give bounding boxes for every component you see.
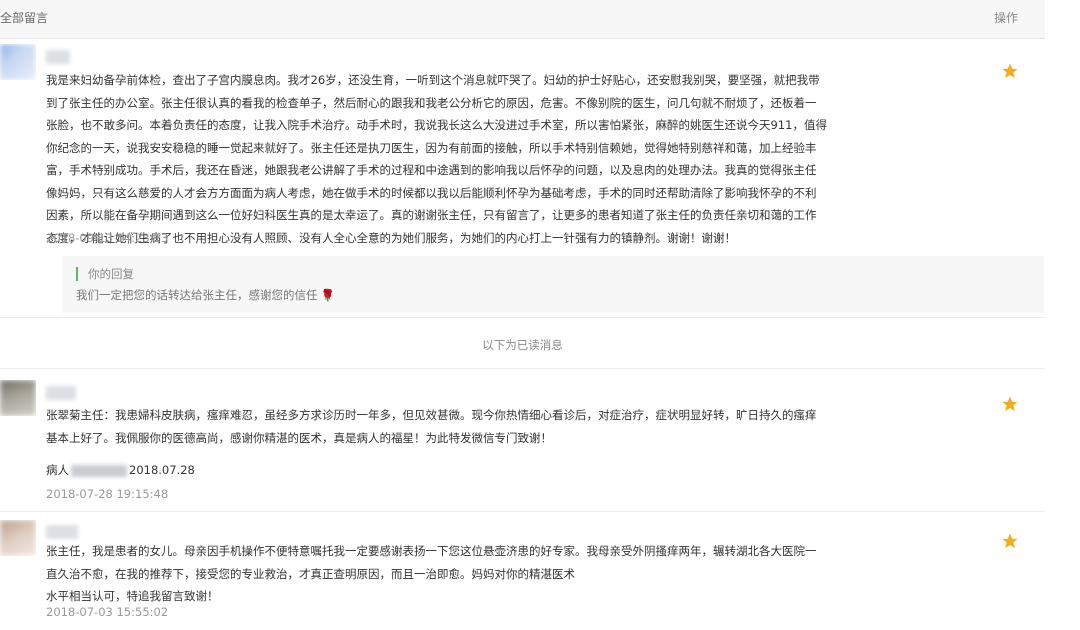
divider <box>0 511 1045 512</box>
all-messages-title: 全部留言 <box>0 11 49 25</box>
message-text: 我是来妇幼备孕前体检，查出了子宫内膜息肉。我才26岁，还没生育，一听到这个消息就… <box>46 73 827 245</box>
signature-prefix: 病人 <box>46 463 69 477</box>
signature-date: 2018.07.28 <box>129 463 195 477</box>
rose-icon: 🌹 <box>320 288 335 302</box>
message-text: 张翠菊主任：我患婦科皮肤病，瘙痒难忍，虽经多方求诊历时一年多，但见效甚微。现今你… <box>46 408 817 445</box>
divider <box>0 317 1045 318</box>
reply-indicator-bar <box>76 267 78 281</box>
avatar <box>0 520 36 556</box>
operations-column-header: 操作 <box>994 11 1019 25</box>
username-blurred <box>46 386 76 400</box>
reply-box: 你的回复 我们一定把您的话转达给张主任，感谢您的信任 🌹 <box>62 256 1044 313</box>
divider <box>0 368 1045 369</box>
avatar <box>0 44 36 80</box>
star-icon[interactable] <box>1001 532 1019 550</box>
messages-panel: 全部留言 操作 我是来妇幼备孕前体检，查出了子宫内膜息肉。我才26岁，还没生育，… <box>0 0 1045 630</box>
message-signature: 病人 2018.07.28 <box>46 462 195 478</box>
star-icon[interactable] <box>1001 62 1019 80</box>
username-blurred <box>46 525 78 539</box>
reply-text: 我们一定把您的话转达给张主任，感谢您的信任 <box>76 288 318 302</box>
reply-text-row: 我们一定把您的话转达给张主任，感谢您的信任 🌹 <box>76 287 335 303</box>
read-messages-divider: 以下为已读消息 <box>482 338 563 352</box>
signature-blurred <box>71 464 127 477</box>
list-header: 全部留言 操作 <box>0 0 1045 39</box>
message-timestamp: 2018-07-28 19:15:48 <box>46 487 169 501</box>
star-icon[interactable] <box>1001 395 1019 413</box>
reply-label: 你的回复 <box>88 267 134 281</box>
message-text: 张主任，我是患者的女儿。母亲因手机操作不便特意嘱托我一定要感谢表扬一下您这位悬壶… <box>46 544 817 603</box>
avatar <box>0 380 36 416</box>
message-timestamp: 2018-07-03 15:55:02 <box>46 605 169 619</box>
message-timestamp: 2018-09-13 14:23:13 <box>46 231 169 245</box>
username-blurred <box>46 50 70 64</box>
